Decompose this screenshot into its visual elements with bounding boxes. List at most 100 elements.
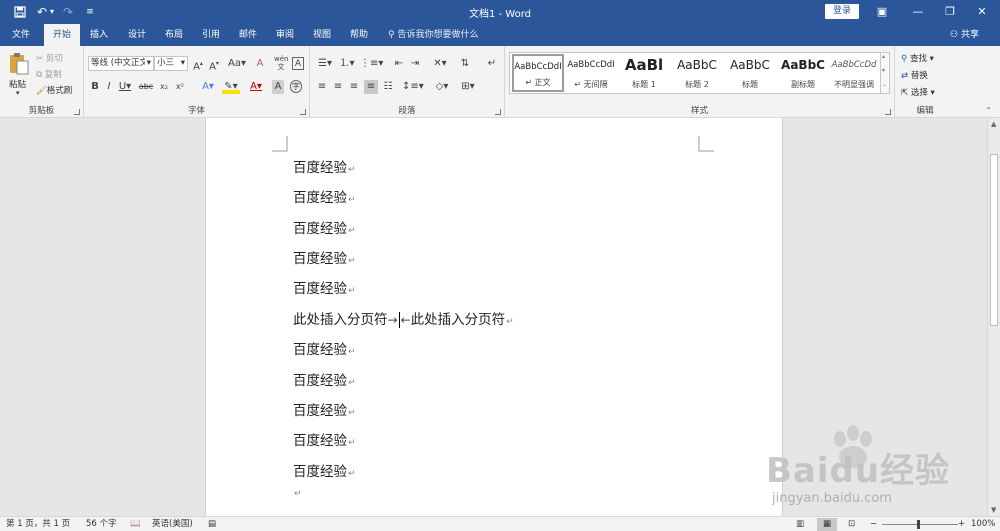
paragraph[interactable]: 百度经验↵ bbox=[293, 338, 356, 358]
paragraph[interactable]: 百度经验↵ bbox=[293, 186, 356, 206]
bold-icon[interactable]: B bbox=[90, 80, 100, 94]
grow-font-icon[interactable]: A▴ bbox=[192, 57, 204, 72]
more-styles-icon[interactable]: ⌄ bbox=[882, 81, 887, 88]
language-indicator[interactable]: 英语(美国) bbox=[152, 518, 193, 531]
find-button[interactable]: ⚲ 查找 ▾ bbox=[901, 52, 934, 64]
style-title[interactable]: AaBbC 标题 bbox=[724, 54, 776, 92]
close-icon[interactable]: ✕ bbox=[964, 0, 1000, 24]
paste-button[interactable]: 粘贴 ▾ bbox=[6, 50, 32, 97]
increase-indent-icon[interactable]: ⇥ bbox=[408, 57, 422, 71]
macro-icon[interactable]: ▤ bbox=[208, 518, 216, 531]
document-page[interactable]: 百度经验↵ 百度经验↵ 百度经验↵ 百度经验↵ 百度经验↵ 此处插入分页符→ ←此… bbox=[205, 118, 783, 516]
word-count[interactable]: 56 个字 bbox=[86, 518, 117, 531]
tab-help[interactable]: 帮助 bbox=[342, 24, 376, 46]
paragraph[interactable]: 百度经验↵ bbox=[293, 460, 356, 480]
phonetic-guide-icon[interactable]: wén 文 bbox=[274, 55, 288, 71]
italic-icon[interactable]: I bbox=[104, 80, 114, 94]
collapse-ribbon-icon[interactable]: ⌃ bbox=[985, 106, 992, 115]
borders-icon[interactable]: ⊞▾ bbox=[458, 80, 478, 94]
paragraph[interactable]: 百度经验↵ bbox=[293, 217, 356, 237]
scroll-up-icon[interactable]: ▴ bbox=[882, 53, 885, 60]
tab-insert[interactable]: 插入 bbox=[82, 24, 116, 46]
login-button[interactable]: 登录 bbox=[825, 4, 859, 19]
style-no-spacing[interactable]: AaBbCcDdI ↵ 无间隔 bbox=[565, 54, 617, 92]
tell-me-search[interactable]: ⚲ 告诉我你想要做什么 bbox=[388, 24, 478, 46]
zoom-out-icon[interactable]: − bbox=[870, 518, 877, 531]
tab-references[interactable]: 引用 bbox=[194, 24, 228, 46]
clear-format-icon[interactable]: A bbox=[254, 57, 266, 71]
style-normal[interactable]: AaBbCcDdI ↵ 正文 bbox=[512, 54, 564, 92]
underline-icon[interactable]: U▾ bbox=[118, 80, 132, 94]
zoom-in-icon[interactable]: + bbox=[958, 518, 965, 531]
empty-paragraph[interactable]: ↵ bbox=[293, 484, 302, 500]
bullets-icon[interactable]: ☰▾ bbox=[316, 57, 334, 71]
tab-mailings[interactable]: 邮件 bbox=[231, 24, 265, 46]
tab-design[interactable]: 设计 bbox=[120, 24, 154, 46]
copy-button[interactable]: ⧉ 复制 bbox=[36, 68, 62, 80]
tab-file[interactable]: 文件 bbox=[4, 24, 38, 46]
ribbon-display-icon[interactable]: ▣ bbox=[864, 0, 900, 24]
tab-layout[interactable]: 布局 bbox=[157, 24, 191, 46]
style-heading-1[interactable]: AaBl 标题 1 bbox=[618, 54, 670, 92]
font-launcher-icon[interactable] bbox=[300, 109, 306, 115]
shading-icon[interactable]: ◇▾ bbox=[432, 80, 452, 94]
scroll-down-icon[interactable]: ▾ bbox=[882, 67, 885, 74]
replace-button[interactable]: ⇄ 替换 bbox=[901, 69, 928, 81]
style-subtle-emphasis[interactable]: AaBbCcDd 不明显强调 bbox=[828, 54, 880, 92]
subscript-icon[interactable]: x₂ bbox=[158, 80, 170, 94]
clipboard-launcher-icon[interactable] bbox=[74, 109, 80, 115]
styles-gallery-scroll[interactable]: ▴ ▾ ⌄ bbox=[880, 52, 890, 94]
superscript-icon[interactable]: x² bbox=[174, 80, 186, 94]
minimize-icon[interactable]: — bbox=[900, 0, 936, 24]
align-center-icon[interactable]: ≡ bbox=[332, 80, 344, 94]
zoom-slider-thumb[interactable] bbox=[917, 520, 920, 529]
paragraph[interactable]: 百度经验↵ bbox=[293, 429, 356, 449]
show-marks-icon[interactable]: ↵ bbox=[486, 57, 498, 71]
tab-home[interactable]: 开始 bbox=[44, 24, 80, 46]
decrease-indent-icon[interactable]: ⇤ bbox=[392, 57, 406, 71]
distributed-icon[interactable]: ☷ bbox=[382, 80, 394, 94]
style-subtitle[interactable]: AaBbC 副标题 bbox=[777, 54, 829, 92]
numbering-icon[interactable]: ⒈▾ bbox=[338, 57, 356, 71]
char-shading-icon[interactable]: A bbox=[272, 80, 284, 94]
proofing-icon[interactable]: 📖 bbox=[130, 518, 141, 531]
web-layout-icon[interactable]: ⊡ bbox=[848, 518, 855, 531]
tab-view[interactable]: 视图 bbox=[305, 24, 339, 46]
paragraph[interactable]: 百度经验↵ bbox=[293, 277, 356, 297]
scrollbar-thumb[interactable] bbox=[990, 154, 998, 326]
sort-icon[interactable]: ⇅ bbox=[458, 57, 472, 71]
read-mode-icon[interactable]: ▥ bbox=[796, 518, 804, 531]
tab-review[interactable]: 审阅 bbox=[268, 24, 302, 46]
cut-button[interactable]: ✂ 剪切 bbox=[36, 52, 63, 64]
paragraph[interactable]: 百度经验↵ bbox=[293, 156, 356, 176]
zoom-level[interactable]: 100% bbox=[971, 518, 995, 531]
page-break-paragraph[interactable]: 此处插入分页符→ ←此处插入分页符↵ bbox=[293, 308, 514, 328]
multilevel-list-icon[interactable]: ⋮≡▾ bbox=[360, 57, 383, 71]
vertical-scrollbar[interactable]: ▲ ▼ bbox=[987, 118, 1000, 516]
paragraph-launcher-icon[interactable] bbox=[495, 109, 501, 115]
restore-icon[interactable]: ❐ bbox=[932, 0, 968, 24]
zoom-slider[interactable] bbox=[882, 524, 958, 525]
font-color-icon[interactable]: A▾ bbox=[248, 80, 264, 94]
paragraph[interactable]: 百度经验↵ bbox=[293, 247, 356, 267]
styles-launcher-icon[interactable] bbox=[885, 109, 891, 115]
enclose-char-icon[interactable]: 字 bbox=[290, 80, 302, 93]
change-case-icon[interactable]: Aa▾ bbox=[228, 57, 246, 71]
shrink-font-icon[interactable]: A▾ bbox=[208, 57, 220, 72]
font-size-select[interactable]: 小三 ▾ bbox=[154, 56, 188, 71]
page-count[interactable]: 第 1 页，共 1 页 bbox=[6, 518, 70, 531]
format-painter-button[interactable]: 🖌格式刷 bbox=[36, 84, 72, 96]
line-spacing-icon[interactable]: ↕≡▾ bbox=[402, 80, 424, 94]
paragraph[interactable]: 百度经验↵ bbox=[293, 369, 356, 389]
text-effects-icon[interactable]: A▾ bbox=[200, 80, 216, 94]
font-name-select[interactable]: 等线 (中文正文)▾ bbox=[88, 56, 154, 71]
strikethrough-icon[interactable]: abc bbox=[138, 80, 154, 94]
highlight-icon[interactable]: ✎▾ bbox=[222, 80, 240, 94]
char-border-icon[interactable]: A bbox=[292, 57, 304, 70]
style-heading-2[interactable]: AaBbC 标题 2 bbox=[671, 54, 723, 92]
align-left-icon[interactable]: ≡ bbox=[316, 80, 328, 94]
scroll-down-icon[interactable]: ▼ bbox=[991, 506, 996, 514]
scroll-up-icon[interactable]: ▲ bbox=[991, 120, 996, 128]
select-button[interactable]: ⇱ 选择 ▾ bbox=[901, 86, 935, 98]
justify-icon[interactable]: ≡ bbox=[364, 80, 378, 94]
